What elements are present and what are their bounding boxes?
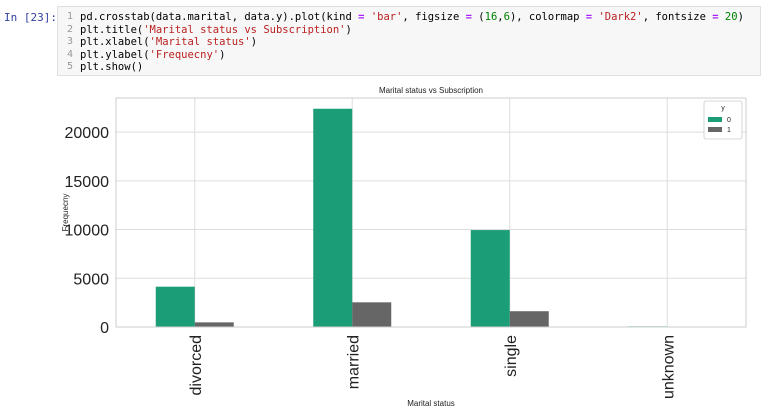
- output-plot: 0 5000 10000 15000 20000 divorced married singl…: [54, 84, 766, 413]
- code-token: 20: [725, 11, 738, 23]
- code-token: plt.show(): [80, 61, 143, 73]
- code-token: ): [219, 49, 225, 61]
- bar-divorced-series-0: [156, 287, 195, 327]
- line-number: 1: [58, 11, 75, 24]
- line-number: 2: [58, 24, 75, 37]
- y-tick-label: 15000: [65, 174, 110, 191]
- code-token: ): [346, 24, 352, 36]
- bar-married-series-0: [313, 109, 352, 327]
- legend-swatch-0: [708, 117, 722, 122]
- code-token: ): [251, 36, 257, 48]
- code-token: 'Marital status vs Subscription': [143, 24, 345, 36]
- x-tick-label: unknown: [660, 335, 677, 399]
- code-token: 'bar': [371, 11, 403, 23]
- code-line: plt.show(): [80, 61, 744, 74]
- line-number: 5: [58, 61, 75, 74]
- code-line: plt.xlabel('Marital status'): [80, 36, 744, 49]
- code-token: plt.xlabel(: [80, 36, 150, 48]
- line-number: 4: [58, 49, 75, 62]
- code-line: pd.crosstab(data.marital, data.y).plot(k…: [80, 11, 744, 24]
- legend-label: 1: [727, 127, 731, 134]
- code-token: plt.ylabel(: [80, 49, 150, 61]
- input-prompt: In [23]:: [4, 11, 57, 24]
- code-token: , fontsize: [643, 11, 713, 23]
- bar-married-series-1: [352, 302, 391, 327]
- x-tick-label: divorced: [188, 335, 205, 395]
- code-editor[interactable]: 12345 pd.crosstab(data.marital, data.y).…: [57, 6, 761, 76]
- bar-single-series-1: [510, 311, 549, 327]
- y-tick-label: 10000: [65, 223, 110, 240]
- code-token: 'Dark2': [598, 11, 642, 23]
- line-number: 3: [58, 36, 75, 49]
- x-tick-label: married: [345, 335, 362, 389]
- bar-divorced-series-1: [195, 322, 234, 327]
- y-tick-label: 20000: [65, 125, 110, 142]
- code-token: ), colormap: [510, 11, 586, 23]
- code-token: 16: [485, 11, 498, 23]
- bar-chart: 0 5000 10000 15000 20000 divorced married singl…: [54, 84, 766, 413]
- code-token: pd.crosstab(data.marital, data.y).plot(k…: [80, 11, 358, 23]
- code-token: (: [472, 11, 485, 23]
- code-token: 'Marital status': [150, 36, 251, 48]
- legend-title: y: [721, 105, 725, 112]
- legend-swatch-1: [708, 127, 722, 132]
- notebook-cell: In [23]: 12345 pd.crosstab(data.marital,…: [0, 0, 766, 413]
- x-axis-label: Marital status: [407, 399, 455, 408]
- x-tick-label: single: [503, 335, 520, 377]
- code-token: 'Frequecny': [150, 49, 220, 61]
- code-token: ): [738, 11, 744, 23]
- code-token: plt.title(: [80, 24, 143, 36]
- code-line: plt.title('Marital status vs Subscriptio…: [80, 24, 744, 37]
- line-number-gutter: 12345: [58, 11, 75, 74]
- code-line: plt.ylabel('Frequecny'): [80, 49, 744, 62]
- chart-title: Marital status vs Subscription: [379, 86, 483, 95]
- y-axis-label: Frequecny: [61, 194, 70, 232]
- code-lines: pd.crosstab(data.marital, data.y).plot(k…: [80, 11, 744, 74]
- y-tick-label: 5000: [73, 271, 109, 288]
- legend-label: 0: [727, 117, 731, 124]
- bar-single-series-0: [471, 230, 510, 327]
- code-token: , figsize: [402, 11, 465, 23]
- y-tick-label: 0: [100, 320, 109, 337]
